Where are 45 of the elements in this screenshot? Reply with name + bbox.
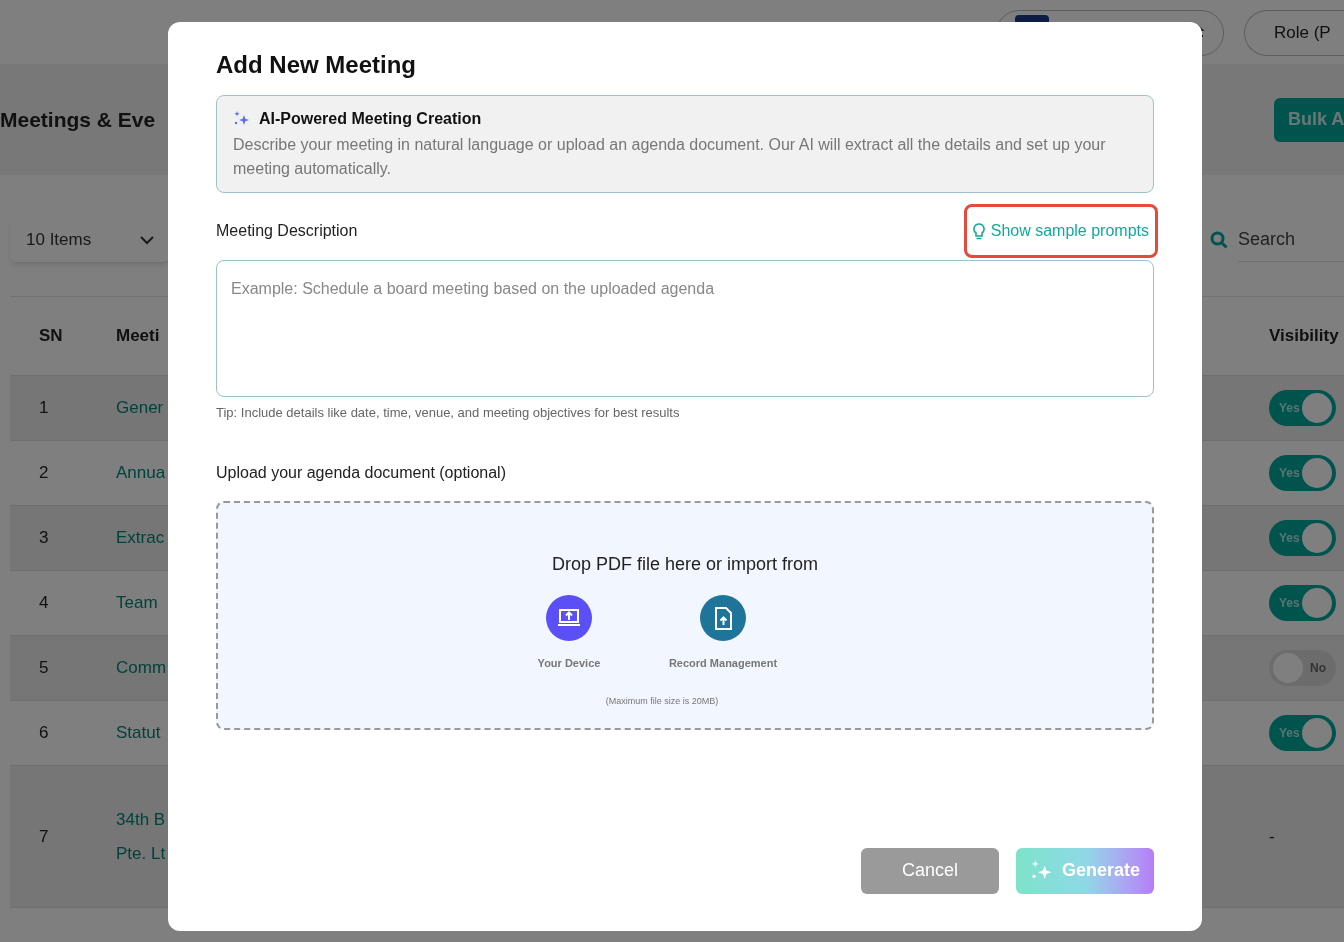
role-selector[interactable]: Role (P [1244,10,1344,56]
banner-description: Describe your meeting in natural language or upload an agenda document. Our AI will extract all the details and set up your meeting automatically. [233,135,1107,179]
banner-title: AI-Powered Meeting Creation [259,109,482,129]
table-cell-text: 4 [38,592,50,615]
visibility-toggle[interactable]: No [1269,650,1336,686]
drop-zone-text: Drop PDF file here or import from [551,552,819,576]
laptop-upload-icon [546,594,592,641]
column-header: Visibility [1269,325,1340,348]
show-samples-link[interactable]: Show sample prompts [963,204,1158,258]
visibility-toggle[interactable]: Yes [1269,715,1336,751]
items-per-page-select[interactable]: 10 Items [10,218,170,262]
field-label: Meeting Description [216,221,358,241]
lightbulb-icon [972,222,985,240]
note-text: (Maximum file size is 20MB) [605,695,719,708]
search-icon [1210,231,1228,249]
column-header: Meeti [116,325,161,348]
file-upload-icon [700,594,746,641]
visibility-toggle[interactable]: Yes [1269,520,1336,556]
table-cell-text: 5 [38,657,50,680]
description-field[interactable]: Example: Schedule a board meeting based on the uploaded agenda [216,260,1154,397]
dialog-title: Add New Meeting [216,50,417,79]
cancel-button[interactable]: Cancel [861,847,999,894]
field-label: Upload your agenda document (optional) [216,462,507,483]
generate-button[interactable]: Generate [1016,847,1154,894]
hint-text: Tip: Include details like date, time, venue, and meeting objectives for best results [216,404,681,422]
select-value: 10 Items [26,229,92,252]
table-cell-text: 7 [38,825,50,848]
visibility-toggle[interactable]: Yes [1269,455,1336,491]
table-cell-text: 3 [38,527,50,550]
sparkle-icon [233,111,251,127]
upload-source-button[interactable]: Record Management [666,594,780,671]
table-cell-text: 1 [38,397,50,420]
page-title: Meetings & Eve [0,106,156,133]
upload-source-button[interactable]: Your Device [512,594,626,671]
sparkle-icon [1029,859,1054,882]
file-drop-zone[interactable]: Drop PDF file here or import from Your Device Record Management (Maximum file size is 20MB) [216,500,1154,730]
bulk-action-button[interactable]: Bulk A [1274,97,1344,142]
table-cell-text: 6 [38,722,50,745]
table-cell-text: - [1269,825,1275,848]
visibility-toggle[interactable]: Yes [1269,585,1336,621]
table-cell-text: 2 [38,462,50,485]
chevron-down-icon [140,235,154,245]
column-header: SN [38,325,64,348]
visibility-toggle[interactable]: Yes [1269,390,1336,426]
search-field[interactable]: Search [1238,218,1344,262]
